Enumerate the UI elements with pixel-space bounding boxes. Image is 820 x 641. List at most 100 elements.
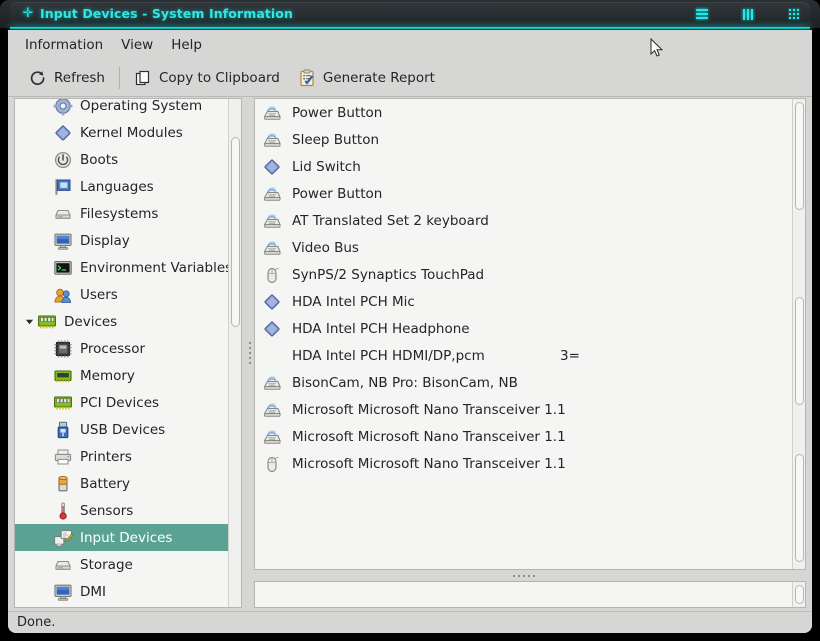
sidebar-item-printers[interactable]: Printers	[15, 443, 228, 470]
sidebar-item-label: DMI	[80, 583, 107, 600]
sidebar-item-label: Users	[80, 286, 118, 303]
sidebar-item-label: Languages	[80, 178, 154, 195]
cpu-icon	[53, 339, 73, 359]
sidebar-scrollbar-thumb[interactable]	[231, 137, 240, 327]
keyboard-icon	[262, 400, 284, 420]
sidebar-item-sensors[interactable]: Sensors	[15, 497, 228, 524]
main-area: Operating System Kernel Modules Boots Langu…	[8, 98, 812, 610]
sidebar-item-label: Environment Variables	[80, 259, 233, 276]
diamond-icon	[262, 157, 284, 177]
clipboard-check-icon	[300, 69, 314, 86]
detail-panel-scrollbar[interactable]	[792, 582, 805, 607]
drive-icon	[53, 204, 73, 224]
device-list-scrollbar[interactable]	[792, 99, 805, 569]
device-list-row[interactable]: BisonCam, NB Pro: BisonCam, NB	[255, 369, 805, 396]
device-list-row[interactable]: Lid Switch	[255, 153, 805, 180]
copy-to-clipboard-button[interactable]: Copy to Clipboard	[125, 65, 289, 91]
sidebar-item-devices[interactable]: Devices	[15, 308, 228, 335]
device-list-rows: Power Button Sleep Button Lid Switch Power …	[255, 99, 805, 477]
sidebar-item-environment-variables[interactable]: Environment Variables	[15, 254, 232, 281]
device-list-row[interactable]: Microsoft Microsoft Nano Transceiver 1.1	[255, 450, 805, 477]
input-devices-icon	[53, 528, 74, 548]
device-list-row[interactable]: HDA Intel PCH Mic	[255, 288, 805, 315]
window-controls	[694, 0, 802, 28]
thermometer-icon	[53, 501, 73, 521]
pcicard-icon	[37, 312, 57, 332]
device-list-row[interactable]: Power Button	[255, 99, 805, 126]
diamond-icon	[262, 319, 284, 339]
device-list-row[interactable]: AT Translated Set 2 keyboard	[255, 207, 805, 234]
device-name-label: HDA Intel PCH Headphone	[292, 320, 470, 337]
sidebar-item-languages[interactable]: Languages	[15, 173, 228, 200]
sidebar-item-kernel-modules[interactable]: Kernel Modules	[15, 119, 228, 146]
device-list-scrollbar-thumb-a[interactable]	[795, 102, 804, 210]
generate-report-label: Generate Report	[322, 69, 435, 86]
sidebar-item-label: PCI Devices	[80, 394, 160, 411]
sidebar-tree: Operating System Kernel Modules Boots Langu…	[15, 99, 232, 605]
menu-help[interactable]: Help	[162, 34, 211, 56]
sidebar-item-label: USB Devices	[80, 421, 166, 438]
refresh-button[interactable]: Refresh	[20, 65, 114, 91]
device-list-scrollbar-thumb-b[interactable]	[795, 297, 804, 405]
device-name-label: Microsoft Microsoft Nano Transceiver 1.1	[292, 401, 566, 418]
keyboard-icon	[262, 130, 284, 150]
sidebar-item-operating-system[interactable]: Operating System	[15, 99, 228, 119]
device-list-row[interactable]: Power Button	[255, 180, 805, 207]
sidebar-item-boots[interactable]: Boots	[15, 146, 228, 173]
sidebar-item-filesystems[interactable]: Filesystems	[15, 200, 228, 227]
detail-panel-scrollbar-thumb[interactable]	[795, 585, 804, 604]
device-list-row[interactable]: HDA Intel PCH HDMI/DP,pcm 3=	[255, 342, 805, 369]
horizontal-splitter[interactable]	[254, 570, 794, 581]
refresh-label: Refresh	[54, 69, 105, 86]
chevron-down-icon[interactable]	[21, 314, 37, 330]
sidebar-scrollbar[interactable]	[228, 99, 241, 607]
sidebar-item-dmi[interactable]: DMI	[15, 578, 228, 605]
maximize-button[interactable]	[740, 6, 756, 22]
sidebar-item-input-devices[interactable]: Input Devices	[15, 524, 228, 551]
generate-report-button[interactable]: Generate Report	[289, 65, 444, 91]
device-list-row[interactable]: Sleep Button	[255, 126, 805, 153]
device-name-label: HDA Intel PCH Mic	[292, 293, 415, 310]
device-name-label: Sleep Button	[292, 131, 380, 148]
device-list-row[interactable]: HDA Intel PCH Headphone	[255, 315, 805, 342]
sidebar-item-usb-devices[interactable]: USB Devices	[15, 416, 228, 443]
menu-view[interactable]: View	[112, 34, 162, 56]
drive-icon	[53, 555, 73, 575]
users-icon	[53, 285, 73, 305]
gear-icon	[53, 99, 73, 116]
sidebar-item-display[interactable]: Display	[15, 227, 228, 254]
device-list-row[interactable]: Video Bus	[255, 234, 805, 261]
device-list-scrollbar-thumb-c[interactable]	[795, 454, 804, 562]
device-list-row[interactable]: Microsoft Microsoft Nano Transceiver 1.1	[255, 396, 805, 423]
keyboard-icon	[262, 373, 284, 393]
menu-information[interactable]: Information	[16, 34, 112, 56]
close-button[interactable]	[786, 6, 802, 22]
sidebar-item-processor[interactable]: Processor	[15, 335, 228, 362]
toolbar: Refresh Copy to Clipboard Generate Repor…	[8, 59, 812, 97]
device-extra-value: 3=	[560, 347, 580, 364]
sidebar-item-memory[interactable]: Memory	[15, 362, 228, 389]
sidebar-item-storage[interactable]: Storage	[15, 551, 228, 578]
mouse-icon	[262, 265, 284, 285]
sidebar-item-users[interactable]: Users	[15, 281, 228, 308]
copy-to-clipboard-label: Copy to Clipboard	[158, 69, 280, 86]
sidebar-item-label: Memory	[80, 367, 135, 384]
sidebar-item-pci-devices[interactable]: PCI Devices	[15, 389, 228, 416]
device-list-row[interactable]: Microsoft Microsoft Nano Transceiver 1.1	[255, 423, 805, 450]
menu-bar: Information View Help	[8, 30, 812, 59]
minimize-button[interactable]	[694, 6, 710, 22]
close-icon	[789, 9, 799, 19]
device-list-row[interactable]: SynPS/2 Synaptics TouchPad	[255, 261, 805, 288]
memory-icon	[53, 366, 73, 386]
none	[262, 346, 284, 366]
sidebar-item-battery[interactable]: Battery	[15, 470, 228, 497]
terminal-icon	[53, 258, 73, 278]
